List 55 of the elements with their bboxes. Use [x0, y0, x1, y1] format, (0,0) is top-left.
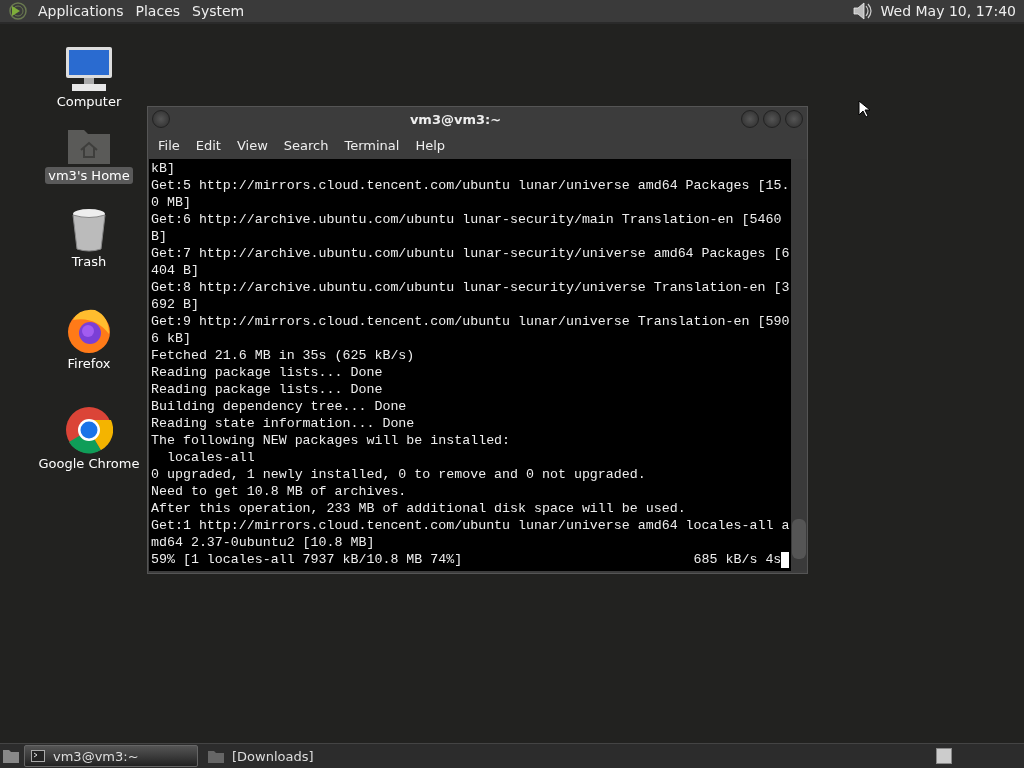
monitor-icon[interactable]	[64, 46, 114, 92]
desktop-icon-label[interactable]: Google Chrome	[35, 455, 143, 472]
terminal-line: Get:6 http://archive.ubuntu.com/ubuntu lunar-security/main Translation-en [5460	[151, 211, 783, 228]
menu-item[interactable]: Search	[275, 137, 337, 153]
terminal-line: Reading package lists... Done	[151, 364, 384, 381]
terminal-line: Reading state information... Done	[151, 415, 416, 432]
download-rate: 685 kB/s 4s	[693, 551, 782, 568]
terminal-line: 404 B]	[151, 262, 200, 279]
taskbar-button[interactable]: [Downloads]	[202, 746, 374, 766]
mouse-pointer-icon	[858, 100, 870, 118]
panel-menu[interactable]: Applications	[34, 3, 132, 19]
volume-icon[interactable]	[850, 1, 873, 21]
terminal-line: Fetched 21.6 MB in 35s (625 kB/s)	[151, 347, 416, 364]
terminal-line: kB]	[151, 160, 176, 177]
terminal-line: Get:8 http://archive.ubuntu.com/ubuntu lunar-security/universe Translation-en [3	[151, 279, 790, 296]
menu-item[interactable]: File	[150, 137, 188, 153]
desktop-icon-label[interactable]: Computer	[53, 93, 125, 110]
terminal-line: Get:9 http://mirrors.cloud.tencent.com/ubuntu lunar/universe Translation-en [590	[151, 313, 790, 330]
desktop-icon-label[interactable]: Trash	[68, 253, 110, 270]
progress-line: 59% [1 locales-all 7937 kB/10.8 MB 74%]	[151, 551, 464, 568]
terminal-line: Get:1 http://mirrors.cloud.tencent.com/ubuntu lunar/universe amd64 locales-all a	[151, 517, 790, 534]
panel-menu[interactable]: Places	[131, 3, 189, 19]
terminal-icon	[31, 750, 45, 762]
desktop-icon-label[interactable]: vm3's Home	[45, 167, 133, 184]
terminal-line: 0 MB]	[151, 194, 192, 211]
scrollbar[interactable]	[791, 159, 807, 571]
window-title: vm3@vm3:~	[408, 111, 503, 127]
terminal-line: 0 upgraded, 1 newly installed, 0 to remove and 0 not upgraded.	[151, 466, 647, 483]
clock[interactable]: Wed May 10, 17:40	[872, 3, 1020, 19]
terminal-line: After this operation, 233 MB of additional disk space will be used.	[151, 500, 687, 517]
terminal-line: 692 B]	[151, 296, 200, 313]
desktop-icon-label[interactable]: Firefox	[64, 355, 114, 372]
terminal-line: Building dependency tree... Done	[151, 398, 408, 415]
menu-item[interactable]: Edit	[187, 137, 229, 153]
trash-icon[interactable]	[69, 206, 109, 252]
chrome-icon[interactable]	[65, 406, 113, 454]
terminal-line: Reading package lists... Done	[151, 381, 384, 398]
menu-item[interactable]: Help	[407, 137, 454, 153]
terminal-line: The following NEW packages will be installed:	[151, 432, 512, 449]
terminal-line: 6 kB]	[151, 330, 192, 347]
menu-item[interactable]: View	[228, 137, 276, 153]
workspace-switcher[interactable]	[936, 748, 952, 764]
taskbar-button[interactable]: vm3@vm3:~	[24, 745, 198, 767]
terminal-line: Get:7 http://archive.ubuntu.com/ubuntu lunar-security/universe amd64 Packages [6	[151, 245, 790, 262]
panel-menu[interactable]: System	[188, 3, 253, 19]
terminal-line: Get:5 http://mirrors.cloud.tencent.com/ubuntu lunar/universe amd64 Packages [15.	[151, 177, 790, 194]
menu-item[interactable]: Terminal	[336, 137, 408, 153]
terminal-line: Need to get 10.8 MB of archives.	[151, 483, 408, 500]
terminal-line: md64 2.37-0ubuntu2 [10.8 MB]	[151, 534, 376, 551]
text-cursor	[781, 551, 790, 568]
logo-icon[interactable]	[8, 1, 28, 21]
terminal-line: B]	[151, 228, 168, 245]
terminal-line: locales-all	[165, 449, 256, 466]
show-desktop-icon[interactable]	[2, 748, 20, 764]
folder-icon	[208, 749, 224, 763]
